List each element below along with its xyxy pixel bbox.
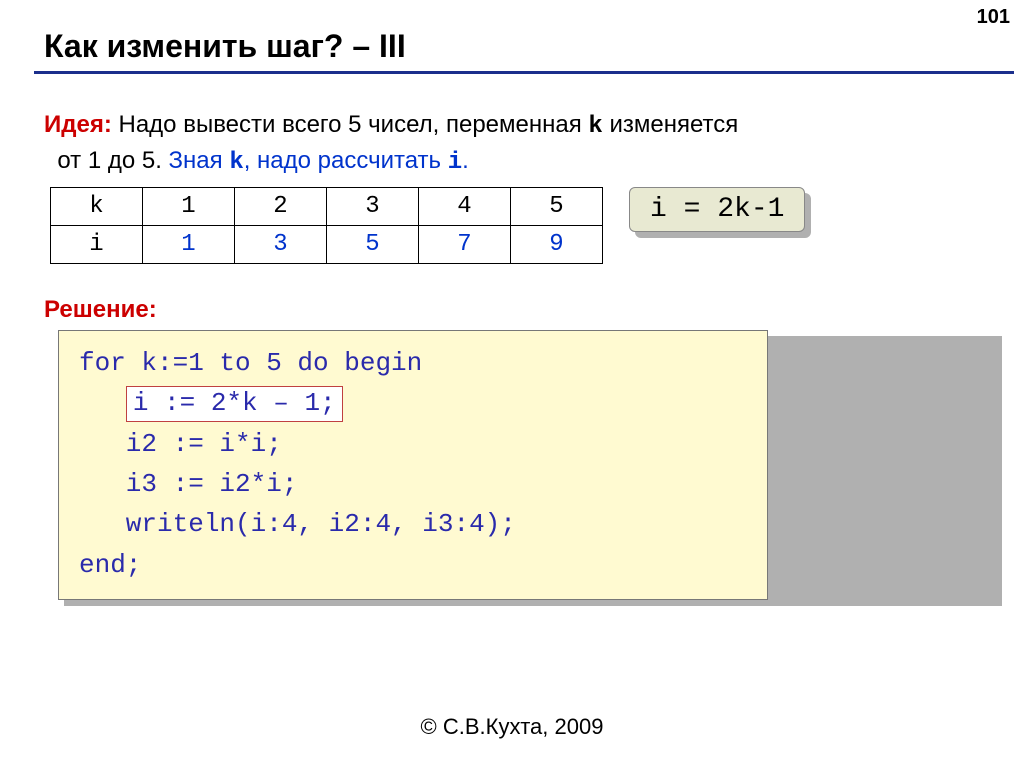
i-cell: 5 xyxy=(327,226,419,264)
page-number: 101 xyxy=(977,6,1010,29)
idea-accent2: , надо рассчитать xyxy=(244,147,448,174)
code-block: for k:=1 to 5 do begin i := 2*k – 1; i2 … xyxy=(58,330,768,600)
i-cell: 1 xyxy=(143,226,235,264)
idea-var-k: k xyxy=(588,113,602,140)
idea-accent: Зная xyxy=(169,147,230,174)
idea-line2a: от 1 до 5. xyxy=(57,147,168,174)
code-line: for k:=1 to 5 do begin xyxy=(79,348,422,378)
formula-callout: i = 2k-1 xyxy=(629,187,805,232)
slide-title: Как изменить шаг? – III xyxy=(44,28,996,65)
formula-text: i = 2k-1 xyxy=(629,187,805,232)
code-line: i3 := i2*i; xyxy=(79,469,297,499)
code-highlight-line: i := 2*k – 1; xyxy=(126,386,343,422)
k-i-table: k 1 2 3 4 5 i 1 3 5 7 9 xyxy=(50,187,603,264)
idea-text: Идея: Надо вывести всего 5 чисел, переме… xyxy=(44,108,996,179)
title-underline xyxy=(34,71,1014,74)
row-i-label: i xyxy=(51,226,143,264)
i-cell: 9 xyxy=(511,226,603,264)
table-row: k 1 2 3 4 5 xyxy=(51,188,603,226)
idea-part2: изменяется xyxy=(603,111,738,138)
code-line: writeln(i:4, i2:4, i3:4); xyxy=(79,509,516,539)
i-cell: 3 xyxy=(235,226,327,264)
k-cell: 4 xyxy=(419,188,511,226)
k-cell: 1 xyxy=(143,188,235,226)
k-cell: 2 xyxy=(235,188,327,226)
code-line: end; xyxy=(79,550,141,580)
idea-part1: Надо вывести всего 5 чисел, переменная xyxy=(112,111,589,138)
idea-var-k2: k xyxy=(229,149,243,176)
table-row: i 1 3 5 7 9 xyxy=(51,226,603,264)
i-cell: 7 xyxy=(419,226,511,264)
code-line: i2 := i*i; xyxy=(79,429,282,459)
footer-copyright: © С.В.Кухта, 2009 xyxy=(0,714,1024,740)
idea-label: Идея: xyxy=(44,111,112,138)
row-k-label: k xyxy=(51,188,143,226)
idea-accent3: . xyxy=(462,147,469,174)
k-cell: 3 xyxy=(327,188,419,226)
k-cell: 5 xyxy=(511,188,603,226)
solution-label: Решение: xyxy=(44,296,996,324)
code-block-container: for k:=1 to 5 do begin i := 2*k – 1; i2 … xyxy=(58,330,996,600)
idea-var-i: i xyxy=(448,149,462,176)
